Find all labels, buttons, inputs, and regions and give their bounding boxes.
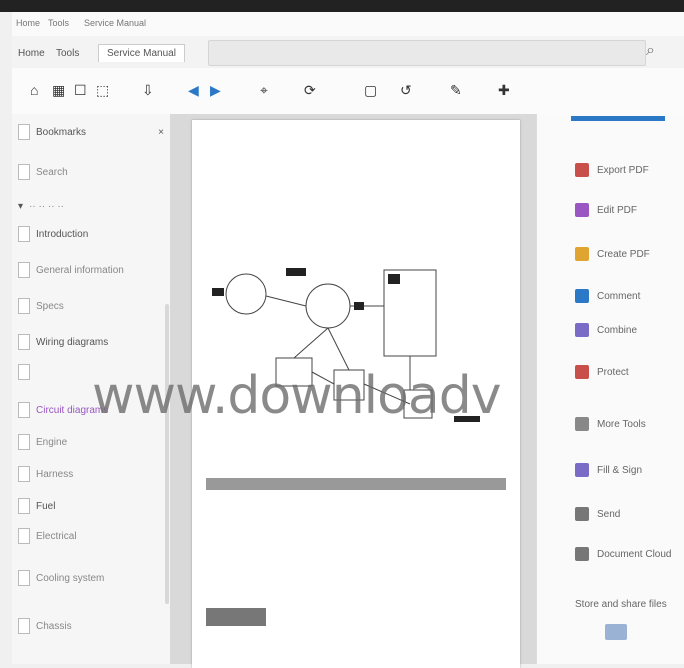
page-icon: [18, 618, 30, 634]
tool-edit-pdf[interactable]: Edit PDF: [575, 200, 673, 220]
tools-footer-text: Store and share files: [575, 598, 667, 610]
page-icon: [18, 262, 30, 278]
sidebar-item[interactable]: General information: [18, 258, 164, 282]
page-icon: [18, 298, 30, 314]
menu-item-home[interactable]: Home: [16, 18, 40, 28]
page-icon: [18, 334, 30, 350]
tab-home[interactable]: Home: [18, 48, 45, 59]
page-icon: [18, 226, 30, 242]
sidebar-toolbar: ▾ ·· ·· ·· ··: [18, 200, 65, 212]
sidebar-item[interactable]: Specs: [18, 294, 164, 318]
tool-create-pdf[interactable]: Create PDF: [575, 244, 673, 264]
fill-sign-icon: [575, 463, 589, 477]
search-small-icon: [18, 164, 30, 180]
sidebar-scrollbar[interactable]: [165, 304, 169, 604]
tab-row: Home Tools Service Manual ⌕: [12, 36, 684, 69]
tools-pane: Export PDF Edit PDF Create PDF Comment C…: [536, 114, 684, 664]
sidebar-item[interactable]: Harness: [18, 462, 164, 486]
tool-export-pdf[interactable]: Export PDF: [575, 160, 673, 180]
create-pdf-icon: [575, 247, 589, 261]
top-strip: [0, 0, 684, 12]
page-icon: [18, 402, 30, 418]
more-icon: [575, 417, 589, 431]
sidebar-item[interactable]: Fuel: [18, 494, 164, 518]
collapse-icon[interactable]: ▾: [18, 201, 23, 212]
menu-item-service-manual[interactable]: Service Manual: [84, 18, 146, 28]
tab-tools[interactable]: Tools: [56, 48, 79, 59]
page-icon: [18, 570, 30, 586]
page-icon: [18, 364, 30, 380]
tools-pane-accent: [571, 116, 665, 121]
bookmark-icon: [18, 124, 30, 140]
thumbnails-icon[interactable]: ▦: [52, 81, 65, 99]
diagram-label-box: [354, 302, 364, 310]
tool-send[interactable]: Send: [575, 504, 673, 524]
page-icon: [18, 466, 30, 482]
page-block: [206, 608, 266, 626]
toolbar: ⌂ ▦ ☐ ⬚ ⇩ ◀ ▶ ⌖ ⟳ ▢ ↺ ✎ ✚: [12, 68, 684, 115]
select-icon[interactable]: ⌖: [260, 81, 268, 99]
page-separator: [206, 478, 506, 490]
combine-icon: [575, 323, 589, 337]
add-icon[interactable]: ✚: [498, 81, 510, 99]
sidebar-item[interactable]: Introduction: [18, 222, 164, 246]
diagram-shape: [305, 283, 351, 329]
save-icon[interactable]: ☐: [74, 81, 87, 99]
prev-page-icon[interactable]: ◀: [188, 81, 199, 99]
search-icon[interactable]: ⌕: [646, 42, 655, 60]
menu-item-tools[interactable]: Tools: [48, 18, 69, 28]
comment-icon: [575, 289, 589, 303]
protect-icon: [575, 365, 589, 379]
print-icon[interactable]: ⬚: [96, 81, 109, 99]
cloud-icon: [575, 547, 589, 561]
tool-comment[interactable]: Comment: [575, 286, 673, 306]
page-icon: [18, 434, 30, 450]
diagram-shape: [225, 273, 267, 315]
undo-icon[interactable]: ↺: [400, 81, 412, 99]
sidebar-search[interactable]: Search: [18, 160, 164, 184]
annotate-icon[interactable]: ✎: [450, 81, 462, 99]
edit-pdf-icon: [575, 203, 589, 217]
watermark-text: www.downloadv: [92, 366, 502, 426]
page-icon: [18, 498, 30, 514]
sidebar-item[interactable]: Engine: [18, 430, 164, 454]
tab-service-manual[interactable]: Service Manual: [98, 44, 185, 62]
home-icon[interactable]: ⌂: [30, 81, 38, 99]
sidebar-item[interactable]: Electrical: [18, 524, 164, 548]
menu-bar: Home Tools Service Manual: [12, 12, 684, 37]
download-icon[interactable]: ⇩: [142, 81, 154, 99]
tool-more[interactable]: More Tools: [575, 414, 673, 434]
diagram-label-box: [286, 268, 306, 276]
tool-protect[interactable]: Protect: [575, 362, 673, 382]
send-icon: [575, 507, 589, 521]
diagram-label-box: [212, 288, 224, 296]
sidebar-item[interactable]: Wiring diagrams: [18, 330, 164, 354]
document-cloud-icon[interactable]: [605, 622, 627, 642]
page-icon: [18, 528, 30, 544]
next-page-icon[interactable]: ▶: [210, 81, 221, 99]
fit-page-icon[interactable]: ▢: [364, 81, 377, 99]
tool-combine[interactable]: Combine: [575, 320, 673, 340]
sidebar-item[interactable]: Cooling system: [18, 566, 164, 590]
sidebar-item[interactable]: Chassis: [18, 614, 164, 638]
diagram-label-box: [388, 274, 400, 284]
export-pdf-icon: [575, 163, 589, 177]
close-icon[interactable]: ×: [158, 127, 164, 138]
tool-fill-sign[interactable]: Fill & Sign: [575, 460, 673, 480]
tool-cloud[interactable]: Document Cloud: [575, 544, 673, 564]
search-input[interactable]: [208, 40, 646, 66]
rotate-icon[interactable]: ⟳: [304, 81, 316, 99]
sidebar-header: Bookmarks ×: [18, 120, 164, 144]
